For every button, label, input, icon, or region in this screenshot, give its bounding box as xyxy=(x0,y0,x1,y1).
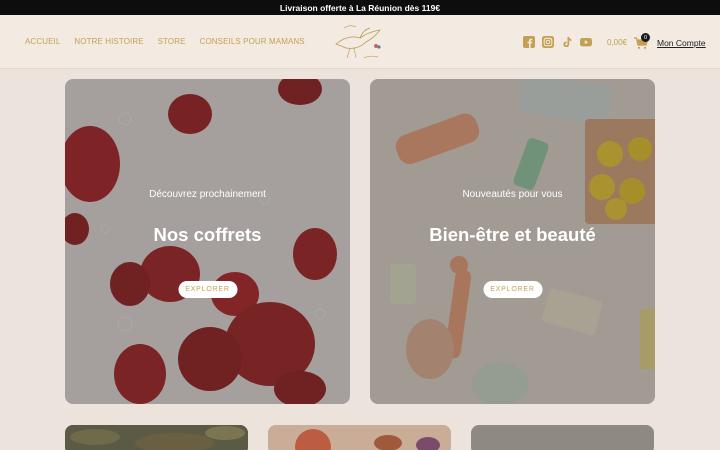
explore-button[interactable]: EXPLORER xyxy=(483,281,542,298)
cart-amount[interactable]: 0,00€ xyxy=(607,38,627,47)
site-logo[interactable] xyxy=(330,20,392,64)
card-title: Bien-être et beauté xyxy=(429,224,596,245)
facebook-icon[interactable] xyxy=(523,36,535,48)
account-link[interactable]: Mon Compte xyxy=(657,38,706,48)
instagram-icon[interactable] xyxy=(542,36,554,48)
nav-item-notre-histoire[interactable]: NOTRE HISTOIRE xyxy=(74,37,143,46)
explore-button[interactable]: EXPLORER xyxy=(178,281,237,298)
cart-count-badge: 0 xyxy=(641,33,650,42)
card-subtitle: Découvrez prochainement xyxy=(149,189,266,200)
announcement-text: Livraison offerte à La Réunion dès 119€ xyxy=(279,2,441,13)
main-nav: ACCUEIL NOTRE HISTOIRE STORE CONSEILS PO… xyxy=(25,37,305,46)
youtube-icon[interactable] xyxy=(580,36,592,48)
category-thumbnail[interactable] xyxy=(65,425,248,450)
site-header: ACCUEIL NOTRE HISTOIRE STORE CONSEILS PO… xyxy=(0,15,720,69)
nav-item-store[interactable]: STORE xyxy=(158,37,186,46)
promo-card-bien-etre[interactable]: Nouveautés pour vous Bien-être et beauté… xyxy=(370,79,655,404)
thumbnail-image xyxy=(65,425,248,450)
thumbnail-image xyxy=(268,425,451,450)
nav-item-conseils[interactable]: CONSEILS POUR MAMANS xyxy=(200,37,305,46)
nav-item-accueil[interactable]: ACCUEIL xyxy=(25,37,60,46)
card-title: Nos coffrets xyxy=(153,224,262,245)
card-subtitle: Nouveautés pour vous xyxy=(462,189,563,200)
promo-card-coffrets[interactable]: Découvrez prochainement Nos coffrets EXP… xyxy=(65,79,350,404)
category-thumbnail[interactable] xyxy=(471,425,654,450)
logo-stork-icon xyxy=(335,25,381,59)
social-links xyxy=(523,36,592,48)
category-thumbnail[interactable] xyxy=(268,425,451,450)
tiktok-icon[interactable] xyxy=(561,36,573,48)
announcement-bar: Livraison offerte à La Réunion dès 119€ xyxy=(0,0,720,15)
